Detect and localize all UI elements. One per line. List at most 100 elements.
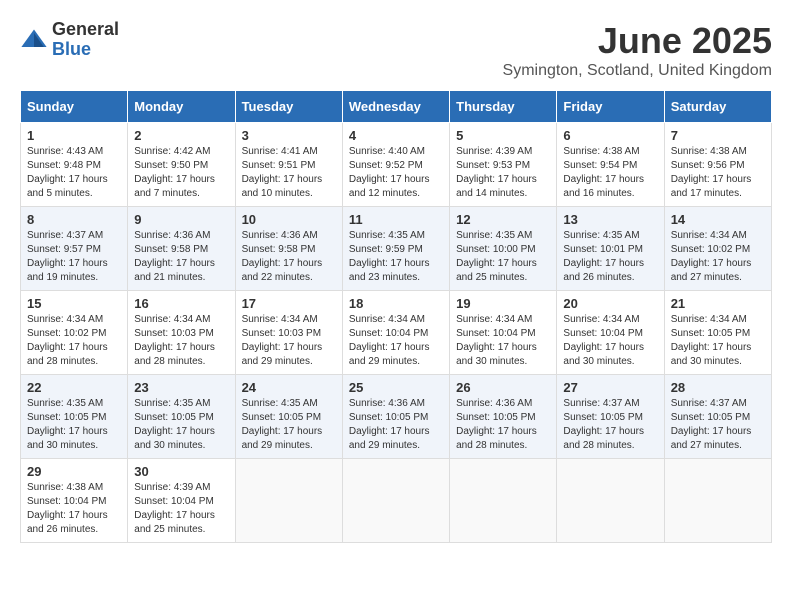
calendar-cell: 7Sunrise: 4:38 AMSunset: 9:56 PMDaylight… (664, 123, 771, 207)
cell-content: Sunrise: 4:43 AMSunset: 9:48 PMDaylight:… (27, 145, 121, 201)
calendar-cell: 19 Sunrise: 4:34 AMSunset: 10:04 PMDaylig… (450, 291, 557, 375)
day-number: 5 (456, 128, 550, 143)
calendar-cell: 9 Sunrise: 4:36 AMSunset: 9:58 PMDaylight… (128, 207, 235, 291)
day-number: 1 (27, 128, 121, 143)
calendar-cell: 6 Sunrise: 4:38 AMSunset: 9:54 PMDaylight… (557, 123, 664, 207)
calendar-cell (664, 459, 771, 543)
calendar-cell: 23 Sunrise: 4:35 AMSunset: 10:05 PMDaylig… (128, 375, 235, 459)
location: Symington, Scotland, United Kingdom (503, 62, 772, 80)
calendar-cell: 17 Sunrise: 4:34 AMSunset: 10:03 PMDaylig… (235, 291, 342, 375)
day-number: 2 (134, 128, 228, 143)
cell-content: Sunrise: 4:35 AMSunset: 10:05 PMDaylight… (27, 397, 121, 453)
calendar-cell: 27 Sunrise: 4:37 AMSunset: 10:05 PMDaylig… (557, 375, 664, 459)
cell-content: Sunrise: 4:36 AMSunset: 10:05 PMDaylight… (456, 397, 550, 453)
calendar-cell: 12 Sunrise: 4:35 AMSunset: 10:00 PMDaylig… (450, 207, 557, 291)
day-number: 25 (349, 380, 443, 395)
calendar-cell: 4Sunrise: 4:40 AMSunset: 9:52 PMDaylight… (342, 123, 449, 207)
day-number: 10 (242, 212, 336, 227)
calendar-cell: 5 Sunrise: 4:39 AMSunset: 9:53 PMDaylight… (450, 123, 557, 207)
month-title: June 2025 (503, 20, 772, 62)
weekday-header-tuesday: Tuesday (235, 91, 342, 123)
calendar-week-row: 15Sunrise: 4:34 AMSunset: 10:02 PMDaylig… (21, 291, 772, 375)
cell-content: Sunrise: 4:38 AMSunset: 10:04 PMDaylight… (27, 481, 121, 537)
day-number: 3 (242, 128, 336, 143)
cell-content: Sunrise: 4:36 AMSunset: 9:58 PMDaylight:… (134, 229, 228, 285)
weekday-header-wednesday: Wednesday (342, 91, 449, 123)
cell-content: Sunrise: 4:35 AMSunset: 10:01 PMDaylight… (563, 229, 657, 285)
cell-content: Sunrise: 4:34 AMSunset: 10:05 PMDaylight… (671, 313, 765, 369)
cell-content: Sunrise: 4:34 AMSunset: 10:03 PMDaylight… (242, 313, 336, 369)
day-number: 6 (563, 128, 657, 143)
cell-content: Sunrise: 4:35 AMSunset: 10:05 PMDaylight… (134, 397, 228, 453)
calendar-cell (450, 459, 557, 543)
cell-content: Sunrise: 4:38 AMSunset: 9:56 PMDaylight:… (671, 145, 765, 201)
calendar-cell: 15Sunrise: 4:34 AMSunset: 10:02 PMDaylig… (21, 291, 128, 375)
cell-content: Sunrise: 4:37 AMSunset: 10:05 PMDaylight… (563, 397, 657, 453)
day-number: 21 (671, 296, 765, 311)
day-number: 15 (27, 296, 121, 311)
logo: General Blue (20, 20, 119, 60)
cell-content: Sunrise: 4:35 AMSunset: 9:59 PMDaylight:… (349, 229, 443, 285)
cell-content: Sunrise: 4:37 AMSunset: 9:57 PMDaylight:… (27, 229, 121, 285)
cell-content: Sunrise: 4:34 AMSunset: 10:04 PMDaylight… (349, 313, 443, 369)
calendar-week-row: 22 Sunrise: 4:35 AMSunset: 10:05 PMDaylig… (21, 375, 772, 459)
weekday-header-monday: Monday (128, 91, 235, 123)
calendar-cell: 1 Sunrise: 4:43 AMSunset: 9:48 PMDaylight… (21, 123, 128, 207)
day-number: 16 (134, 296, 228, 311)
day-number: 27 (563, 380, 657, 395)
cell-content: Sunrise: 4:35 AMSunset: 10:05 PMDaylight… (242, 397, 336, 453)
calendar-table: SundayMondayTuesdayWednesdayThursdayFrid… (20, 90, 772, 543)
page-header: General Blue June 2025 Symington, Scotla… (20, 20, 772, 80)
cell-content: Sunrise: 4:41 AMSunset: 9:51 PMDaylight:… (242, 145, 336, 201)
calendar-cell: 20 Sunrise: 4:34 AMSunset: 10:04 PMDaylig… (557, 291, 664, 375)
cell-content: Sunrise: 4:38 AMSunset: 9:54 PMDaylight:… (563, 145, 657, 201)
cell-content: Sunrise: 4:39 AMSunset: 10:04 PMDaylight… (134, 481, 228, 537)
calendar-week-row: 1 Sunrise: 4:43 AMSunset: 9:48 PMDaylight… (21, 123, 772, 207)
calendar-cell: 8Sunrise: 4:37 AMSunset: 9:57 PMDaylight… (21, 207, 128, 291)
calendar-week-row: 29 Sunrise: 4:38 AMSunset: 10:04 PMDaylig… (21, 459, 772, 543)
cell-content: Sunrise: 4:34 AMSunset: 10:04 PMDaylight… (563, 313, 657, 369)
calendar-week-row: 8Sunrise: 4:37 AMSunset: 9:57 PMDaylight… (21, 207, 772, 291)
calendar-cell: 21 Sunrise: 4:34 AMSunset: 10:05 PMDaylig… (664, 291, 771, 375)
calendar-cell: 30Sunrise: 4:39 AMSunset: 10:04 PMDaylig… (128, 459, 235, 543)
calendar-cell: 28 Sunrise: 4:37 AMSunset: 10:05 PMDaylig… (664, 375, 771, 459)
cell-content: Sunrise: 4:37 AMSunset: 10:05 PMDaylight… (671, 397, 765, 453)
calendar-cell (557, 459, 664, 543)
weekday-header-friday: Friday (557, 91, 664, 123)
calendar-cell: 11Sunrise: 4:35 AMSunset: 9:59 PMDayligh… (342, 207, 449, 291)
cell-content: Sunrise: 4:39 AMSunset: 9:53 PMDaylight:… (456, 145, 550, 201)
calendar-cell: 14Sunrise: 4:34 AMSunset: 10:02 PMDaylig… (664, 207, 771, 291)
calendar-cell: 25 Sunrise: 4:36 AMSunset: 10:05 PMDaylig… (342, 375, 449, 459)
calendar-cell: 16 Sunrise: 4:34 AMSunset: 10:03 PMDaylig… (128, 291, 235, 375)
day-number: 22 (27, 380, 121, 395)
weekday-header-sunday: Sunday (21, 91, 128, 123)
cell-content: Sunrise: 4:35 AMSunset: 10:00 PMDaylight… (456, 229, 550, 285)
day-number: 28 (671, 380, 765, 395)
cell-content: Sunrise: 4:34 AMSunset: 10:04 PMDaylight… (456, 313, 550, 369)
cell-content: Sunrise: 4:42 AMSunset: 9:50 PMDaylight:… (134, 145, 228, 201)
day-number: 26 (456, 380, 550, 395)
day-number: 19 (456, 296, 550, 311)
weekday-header-thursday: Thursday (450, 91, 557, 123)
day-number: 9 (134, 212, 228, 227)
day-number: 12 (456, 212, 550, 227)
title-area: June 2025 Symington, Scotland, United Ki… (503, 20, 772, 80)
day-number: 24 (242, 380, 336, 395)
calendar-cell (342, 459, 449, 543)
calendar-cell: 24 Sunrise: 4:35 AMSunset: 10:05 PMDaylig… (235, 375, 342, 459)
cell-content: Sunrise: 4:36 AMSunset: 10:05 PMDaylight… (349, 397, 443, 453)
day-number: 17 (242, 296, 336, 311)
calendar-cell: 10Sunrise: 4:36 AMSunset: 9:58 PMDayligh… (235, 207, 342, 291)
day-number: 29 (27, 464, 121, 479)
day-number: 23 (134, 380, 228, 395)
calendar-cell: 13Sunrise: 4:35 AMSunset: 10:01 PMDaylig… (557, 207, 664, 291)
calendar-cell: 18 Sunrise: 4:34 AMSunset: 10:04 PMDaylig… (342, 291, 449, 375)
day-number: 14 (671, 212, 765, 227)
cell-content: Sunrise: 4:34 AMSunset: 10:03 PMDaylight… (134, 313, 228, 369)
day-number: 18 (349, 296, 443, 311)
day-number: 20 (563, 296, 657, 311)
calendar-cell: 2 Sunrise: 4:42 AMSunset: 9:50 PMDaylight… (128, 123, 235, 207)
calendar-cell (235, 459, 342, 543)
calendar-cell: 26 Sunrise: 4:36 AMSunset: 10:05 PMDaylig… (450, 375, 557, 459)
logo-general: General (52, 20, 119, 40)
